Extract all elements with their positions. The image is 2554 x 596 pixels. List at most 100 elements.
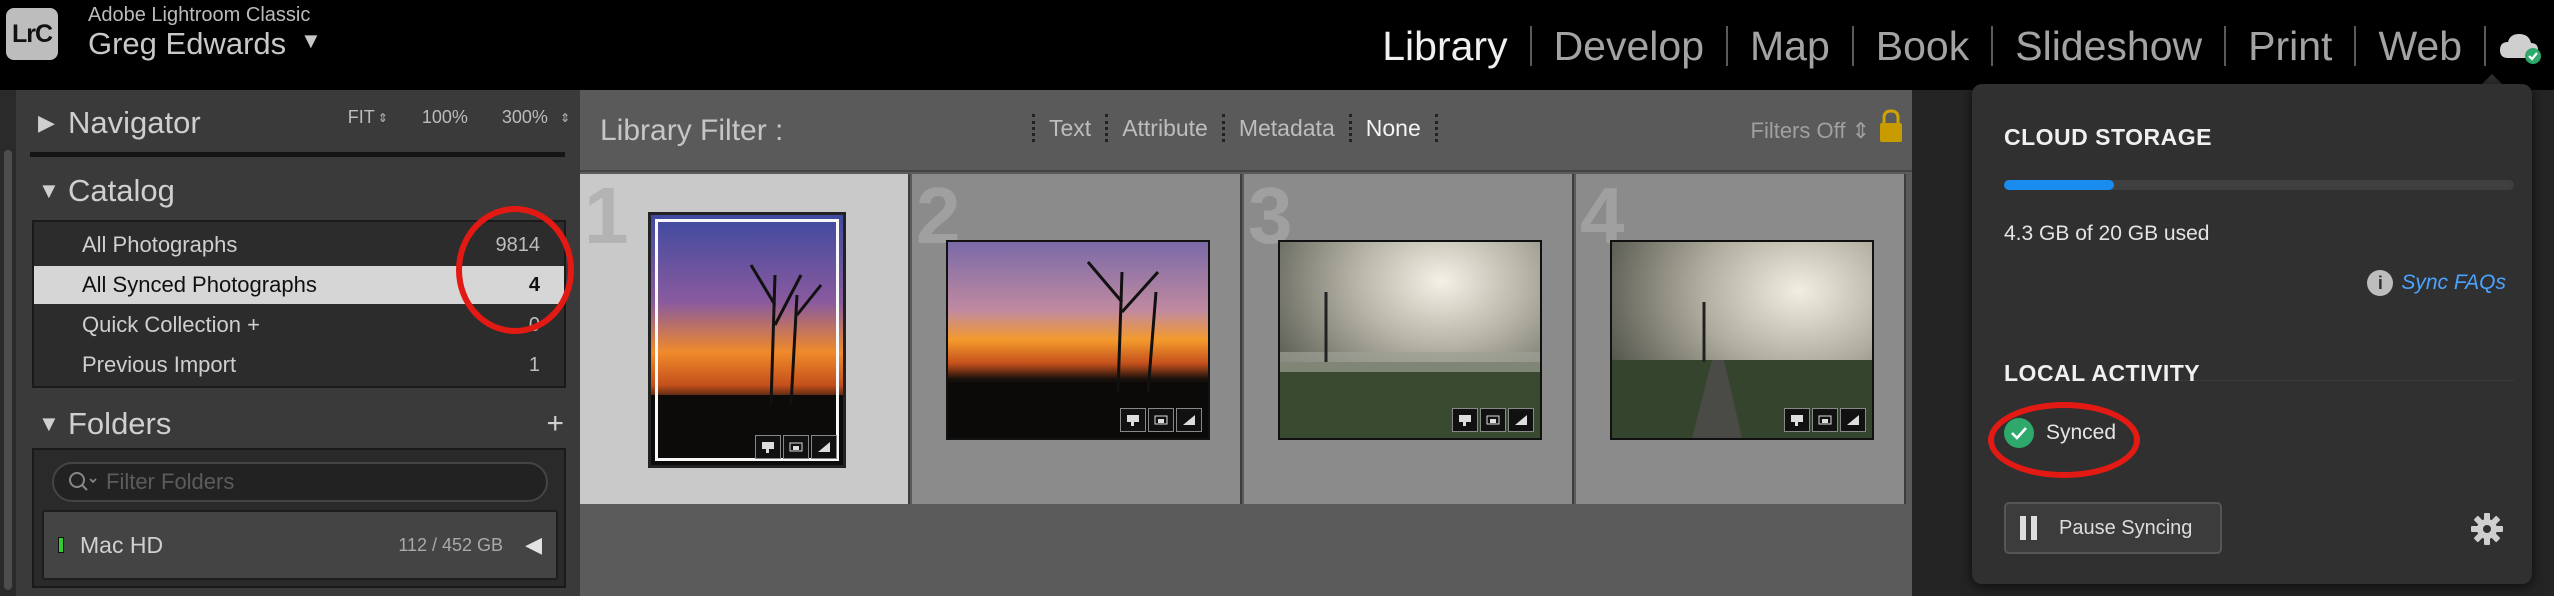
local-activity-heading: LOCAL ACTIVITY xyxy=(2004,360,2201,386)
catalog-row-all-photographs[interactable]: All Photographs 9814 xyxy=(34,226,564,264)
photo-thumbnail[interactable] xyxy=(946,240,1210,440)
module-web[interactable]: Web xyxy=(2366,16,2474,76)
zoom-100[interactable]: 100% xyxy=(422,107,468,128)
catalog-row-count: 1 xyxy=(528,353,540,376)
thumbnail-badges xyxy=(1120,408,1202,432)
pause-syncing-button[interactable]: Pause Syncing xyxy=(2004,502,2222,554)
collection-badge-icon[interactable] xyxy=(1812,408,1838,432)
catalog-list: All Photographs 9814 All Synced Photogra… xyxy=(32,220,566,388)
sync-status-label: Synced xyxy=(2046,421,2117,444)
catalog-row-label: All Photographs xyxy=(82,232,238,257)
volume-name: Mac HD xyxy=(80,531,164,558)
develop-badge-icon[interactable] xyxy=(1176,408,1202,432)
storage-progress-fill xyxy=(2004,180,2114,190)
zoom-300[interactable]: 300% ⇕ xyxy=(502,107,570,128)
module-develop[interactable]: Develop xyxy=(1542,16,1716,76)
user-menu-caret-icon[interactable]: ▼ xyxy=(300,28,322,54)
sync-faqs-link[interactable]: i Sync FAQs xyxy=(2367,270,2506,296)
module-library[interactable]: Library xyxy=(1370,16,1519,76)
navigator-zoom-options: FIT ⇕ 100% 300% ⇕ xyxy=(348,107,570,128)
collection-badge-icon[interactable] xyxy=(783,435,809,459)
left-panel: ▶ Navigator FIT ⇕ 100% 300% ⇕ ▼ Catalog Al… xyxy=(0,90,580,596)
expand-triangle-icon[interactable]: ▶ xyxy=(30,110,68,136)
module-divider xyxy=(1851,26,1854,66)
module-print[interactable]: Print xyxy=(2236,16,2344,76)
volume-toggle-icon[interactable]: ◀ xyxy=(525,532,542,558)
drive-status-led xyxy=(58,537,64,553)
folders-title: Folders xyxy=(68,406,172,441)
photo-thumbnail[interactable] xyxy=(648,212,846,468)
add-folder-icon[interactable]: + xyxy=(546,407,564,441)
grid-cell-3[interactable]: 3 xyxy=(1244,174,1574,504)
cloud-sync-popup: CLOUD STORAGE 4.3 GB of 20 GB used i Syn… xyxy=(1972,84,2532,584)
filter-presets-dropdown[interactable]: Filters Off ⇕ xyxy=(1751,118,1871,144)
cell-index: 1 xyxy=(584,171,629,260)
thumbnail-badges xyxy=(1452,408,1534,432)
synced-check-icon xyxy=(2004,418,2034,448)
library-filter-bar: Library Filter : Text Attribute Metadata… xyxy=(580,90,1912,172)
metadata-badge-icon[interactable] xyxy=(755,435,781,459)
filter-attribute[interactable]: Attribute xyxy=(1122,115,1208,142)
lock-icon[interactable] xyxy=(1878,108,1904,144)
filter-metadata[interactable]: Metadata xyxy=(1239,115,1335,142)
folders-search-input[interactable]: Filter Folders xyxy=(52,462,548,502)
lrc-logo: LrC xyxy=(6,8,58,60)
info-icon: i xyxy=(2367,270,2394,296)
catalog-row-count: 0 xyxy=(528,313,540,336)
sync-settings-gear-icon[interactable] xyxy=(2470,512,2504,546)
collection-badge-icon[interactable] xyxy=(1480,408,1506,432)
module-divider xyxy=(2484,26,2486,66)
catalog-row-count: 9814 xyxy=(495,233,541,256)
module-divider xyxy=(1529,26,1532,66)
metadata-badge-icon[interactable] xyxy=(1120,408,1146,432)
catalog-row-previous-import[interactable]: Previous Import 1 xyxy=(34,346,564,384)
metadata-badge-icon[interactable] xyxy=(1452,408,1478,432)
metadata-badge-icon[interactable] xyxy=(1784,408,1810,432)
navigator-title: Navigator xyxy=(68,105,201,140)
collapse-triangle-icon[interactable]: ▼ xyxy=(30,178,68,204)
sunset-photo xyxy=(651,215,843,465)
module-book[interactable]: Book xyxy=(1864,16,1981,76)
storage-usage-text: 4.3 GB of 20 GB used xyxy=(2004,222,2210,245)
catalog-header[interactable]: ▼ Catalog xyxy=(30,166,570,216)
top-bar: LrC Adobe Lightroom Classic Greg Edwards… xyxy=(0,0,2554,90)
photo-thumbnail[interactable] xyxy=(1278,240,1542,440)
develop-badge-icon[interactable] xyxy=(1840,408,1866,432)
photo-thumbnail[interactable] xyxy=(1610,240,1874,440)
catalog-row-quick-collection[interactable]: Quick Collection + 0 xyxy=(34,306,564,344)
grid-cell-4[interactable]: 4 xyxy=(1576,174,1906,504)
develop-badge-icon[interactable] xyxy=(811,435,837,459)
folders-header[interactable]: ▼ Folders + xyxy=(30,399,570,449)
thumbnail-badges xyxy=(1784,408,1866,432)
collapse-triangle-icon[interactable]: ▼ xyxy=(30,411,68,437)
thumbnail-badges xyxy=(755,435,837,459)
grid-cell-1[interactable]: 1 xyxy=(580,174,910,504)
filter-text[interactable]: Text xyxy=(1049,115,1091,142)
develop-badge-icon[interactable] xyxy=(1508,408,1534,432)
module-slideshow[interactable]: Slideshow xyxy=(2003,16,2214,76)
identity-plate-user-name[interactable]: Greg Edwards xyxy=(88,26,286,62)
cloud-sync-status-icon[interactable] xyxy=(2498,30,2544,64)
search-icon xyxy=(69,472,97,491)
catalog-row-label: All Synced Photographs xyxy=(82,272,317,297)
catalog-row-all-synced-photographs[interactable]: All Synced Photographs 4 xyxy=(34,266,564,304)
module-divider xyxy=(1991,26,1994,66)
library-filter-title: Library Filter : xyxy=(600,114,784,147)
module-divider xyxy=(2224,26,2227,66)
zoom-fit[interactable]: FIT ⇕ xyxy=(348,107,388,128)
catalog-row-label: Previous Import xyxy=(82,352,237,377)
pause-icon xyxy=(2020,516,2037,540)
folders-search-placeholder: Filter Folders xyxy=(106,469,235,494)
filter-none[interactable]: None xyxy=(1366,115,1421,142)
catalog-row-count: 4 xyxy=(528,273,540,296)
grid-cell-2[interactable]: 2 xyxy=(912,174,1242,504)
sync-status: Synced xyxy=(2004,418,2116,448)
library-filter-options: Text Attribute Metadata None xyxy=(1018,114,1452,142)
volume-usage: 112 / 452 GB xyxy=(398,534,504,555)
volume-mac-hd[interactable]: Mac HD 112 / 452 GB ◀ xyxy=(42,510,558,580)
module-map[interactable]: Map xyxy=(1738,16,1842,76)
cloud-storage-heading: CLOUD STORAGE xyxy=(2004,124,2212,150)
module-picker: Library Develop Map Book Slideshow Print… xyxy=(1370,16,2496,76)
left-panel-scrollbar[interactable] xyxy=(0,90,16,596)
collection-badge-icon[interactable] xyxy=(1148,408,1174,432)
